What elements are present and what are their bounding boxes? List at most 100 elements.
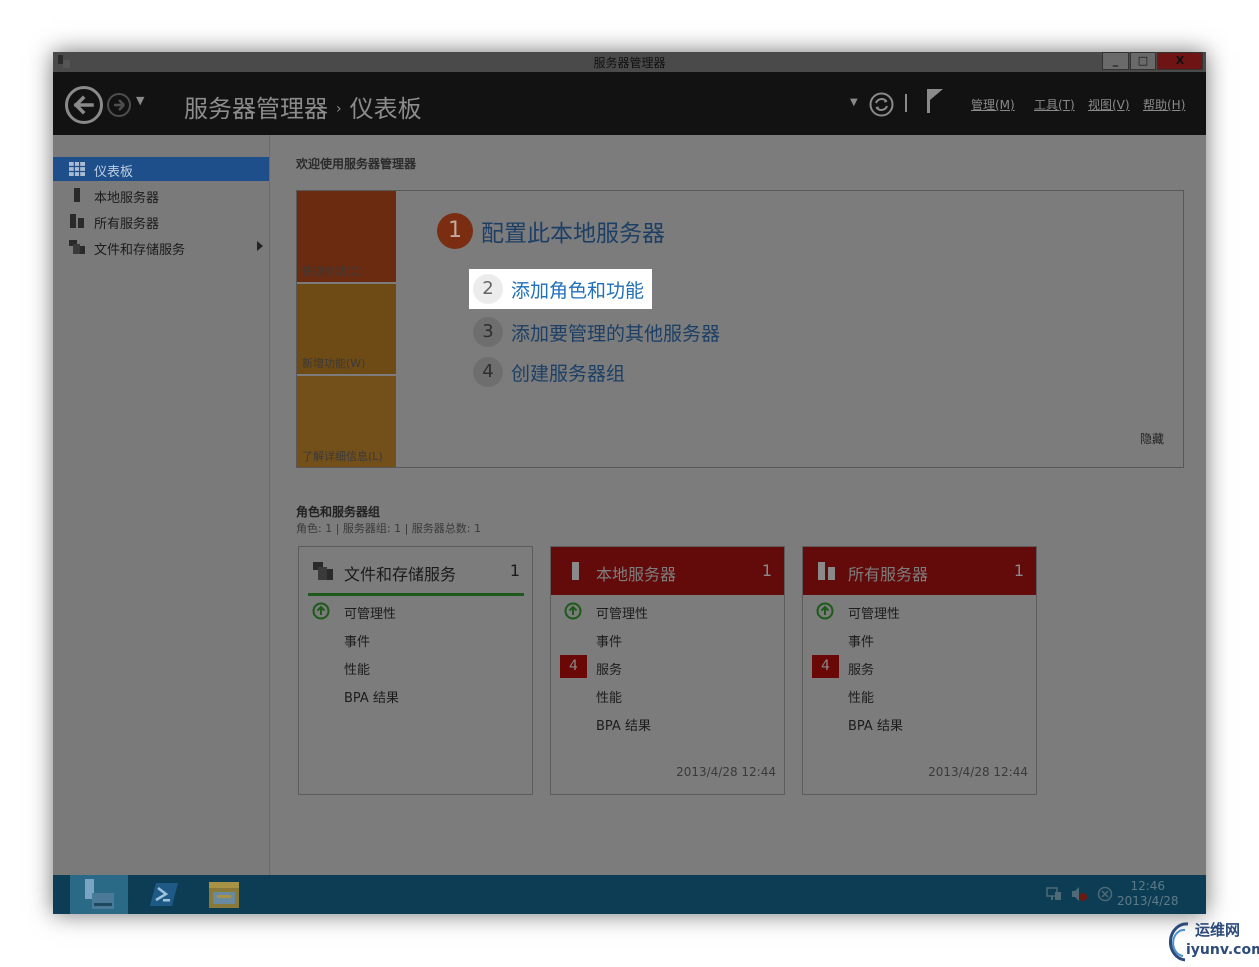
sidebar-item-file-storage[interactable]: 文件和存储服务	[53, 235, 269, 259]
row-label: 可管理性	[344, 607, 397, 622]
menu-manage[interactable]: 管理(M)	[971, 96, 1015, 113]
status-ok-bar	[308, 593, 524, 596]
step-add-roles-features[interactable]: 2 添加角色和功能	[469, 269, 653, 309]
menu-tools[interactable]: 工具(T)	[1034, 96, 1075, 113]
maximize-button[interactable]: □	[1130, 52, 1156, 70]
roles-summary: 角色: 1 | 服务器组: 1 | 服务器总数: 1	[296, 522, 482, 535]
notifications-flag-icon[interactable]	[925, 88, 945, 114]
step-number: 4	[473, 357, 503, 387]
close-button[interactable]: X	[1157, 52, 1203, 70]
breadcrumb-root[interactable]: 服务器管理器	[184, 95, 328, 123]
step-link[interactable]: 创建服务器组	[511, 359, 625, 386]
step-create-server-group[interactable]: 4 创建服务器组	[473, 357, 625, 387]
row-bpa-results[interactable]: BPA 结果	[299, 683, 532, 707]
header-dropdown-icon[interactable]: ▼	[850, 97, 858, 108]
row-performance[interactable]: 性能	[299, 655, 532, 679]
card-timestamp: 2013/4/28 12:44	[928, 765, 1028, 779]
sidebar-item-label: 仪表板	[94, 165, 134, 180]
card-count: 1	[761, 561, 772, 580]
clock-date: 2013/4/28	[1117, 894, 1179, 908]
close-icon: X	[1175, 54, 1185, 67]
taskbar: 12:46 2013/4/28	[53, 875, 1206, 914]
row-events[interactable]: 事件	[803, 627, 1036, 651]
breadcrumb-separator: ›	[336, 101, 342, 117]
row-manageability[interactable]: 可管理性	[299, 599, 532, 623]
sidebar: 仪表板 本地服务器 所有服务器 文件和存储服务	[53, 135, 270, 875]
status-ok-icon	[312, 602, 330, 620]
taskbar-clock[interactable]: 12:46 2013/4/28	[1117, 879, 1179, 909]
sidebar-item-dashboard[interactable]: 仪表板	[53, 157, 269, 181]
server-icon	[74, 188, 80, 202]
watermark-cn: 运维网	[1195, 921, 1241, 939]
tile-quick-start[interactable]: 快速启动(Q)	[297, 191, 396, 282]
back-button[interactable]	[65, 86, 103, 124]
row-label: 事件	[848, 635, 875, 650]
row-label: 性能	[344, 663, 371, 678]
step-link[interactable]: 添加角色和功能	[511, 276, 644, 303]
row-label: 可管理性	[848, 607, 901, 622]
step-link[interactable]: 添加要管理的其他服务器	[511, 319, 720, 346]
row-events[interactable]: 事件	[551, 627, 784, 651]
step-link[interactable]: 配置此本地服务器	[481, 214, 665, 248]
card-header[interactable]: 所有服务器 1	[803, 547, 1036, 595]
server-manager-window: 服务器管理器 _ □ X ▼ 服务器管理器 › 仪表板 ▼ 管理(M) 工具(T…	[53, 52, 1206, 914]
window-title: 服务器管理器	[593, 56, 666, 70]
refresh-icon[interactable]	[869, 92, 894, 117]
sidebar-item-local-server[interactable]: 本地服务器	[53, 183, 269, 207]
servers-icon	[818, 562, 835, 580]
tile-whats-new[interactable]: 新增功能(W)	[297, 284, 396, 374]
taskbar-file-explorer[interactable]	[195, 875, 253, 914]
row-bpa-results[interactable]: BPA 结果	[803, 711, 1036, 735]
minimize-button[interactable]: _	[1102, 52, 1129, 70]
storage-icon	[313, 562, 333, 580]
row-manageability[interactable]: 可管理性	[803, 599, 1036, 623]
hide-link[interactable]: 隐藏	[1140, 430, 1164, 447]
row-services[interactable]: 4 服务	[551, 655, 784, 679]
storage-icon	[69, 240, 85, 254]
tile-label: 新增功能(W)	[302, 357, 366, 370]
server-icon	[572, 562, 579, 580]
breadcrumb: 服务器管理器 › 仪表板	[184, 89, 422, 124]
taskbar-server-manager[interactable]	[70, 875, 128, 914]
card-header[interactable]: 文件和存储服务 1	[299, 547, 532, 595]
row-performance[interactable]: 性能	[551, 683, 784, 707]
row-events[interactable]: 事件	[299, 627, 532, 651]
servers-icon	[70, 214, 84, 228]
row-bpa-results[interactable]: BPA 结果	[551, 711, 784, 735]
row-manageability[interactable]: 可管理性	[551, 599, 784, 623]
card-local-server[interactable]: 本地服务器 1 可管理性 事件 4 服务 性能 BPA 结果 2013/4/28…	[550, 546, 785, 795]
volume-muted-icon[interactable]	[1071, 886, 1087, 902]
step-add-servers[interactable]: 3 添加要管理的其他服务器	[473, 317, 720, 347]
card-all-servers[interactable]: 所有服务器 1 可管理性 事件 4 服务 性能 BPA 结果 2013/4/28…	[802, 546, 1037, 795]
history-dropdown-icon[interactable]: ▼	[136, 94, 144, 107]
card-header[interactable]: 本地服务器 1	[551, 547, 784, 595]
sidebar-item-label: 文件和存储服务	[94, 243, 186, 258]
welcome-title: 欢迎使用服务器管理器	[296, 157, 417, 171]
step-number: 2	[473, 274, 503, 304]
row-label: BPA 结果	[596, 719, 651, 734]
breadcrumb-current: 仪表板	[349, 95, 422, 123]
taskbar-powershell[interactable]	[133, 875, 191, 914]
tile-label: 快速启动(Q)	[302, 265, 364, 278]
step-number: 3	[473, 317, 503, 347]
status-ok-icon	[564, 602, 582, 620]
card-title: 所有服务器	[848, 565, 929, 584]
header-divider	[905, 94, 907, 112]
powershell-icon	[150, 883, 178, 906]
step-configure-local-server[interactable]: 1 配置此本地服务器	[437, 213, 665, 249]
sidebar-item-all-servers[interactable]: 所有服务器	[53, 209, 269, 233]
dashboard-icon	[69, 162, 85, 176]
expand-arrow-icon[interactable]	[257, 241, 263, 251]
menu-help[interactable]: 帮助(H)	[1143, 96, 1185, 113]
card-file-storage[interactable]: 文件和存储服务 1 可管理性 事件 性能 BPA 结果	[298, 546, 533, 795]
action-center-icon[interactable]	[1097, 886, 1113, 902]
tile-learn-more[interactable]: 了解详细信息(L)	[297, 376, 396, 467]
network-icon[interactable]	[1046, 886, 1062, 902]
menu-view[interactable]: 视图(V)	[1088, 96, 1130, 113]
row-performance[interactable]: 性能	[803, 683, 1036, 707]
row-services[interactable]: 4 服务	[803, 655, 1036, 679]
title-bar: 服务器管理器 _ □ X	[53, 52, 1206, 72]
forward-button[interactable]	[107, 93, 131, 117]
watermark: 运维网 iyunv.com	[1153, 916, 1259, 964]
alert-count-badge: 4	[812, 655, 839, 678]
